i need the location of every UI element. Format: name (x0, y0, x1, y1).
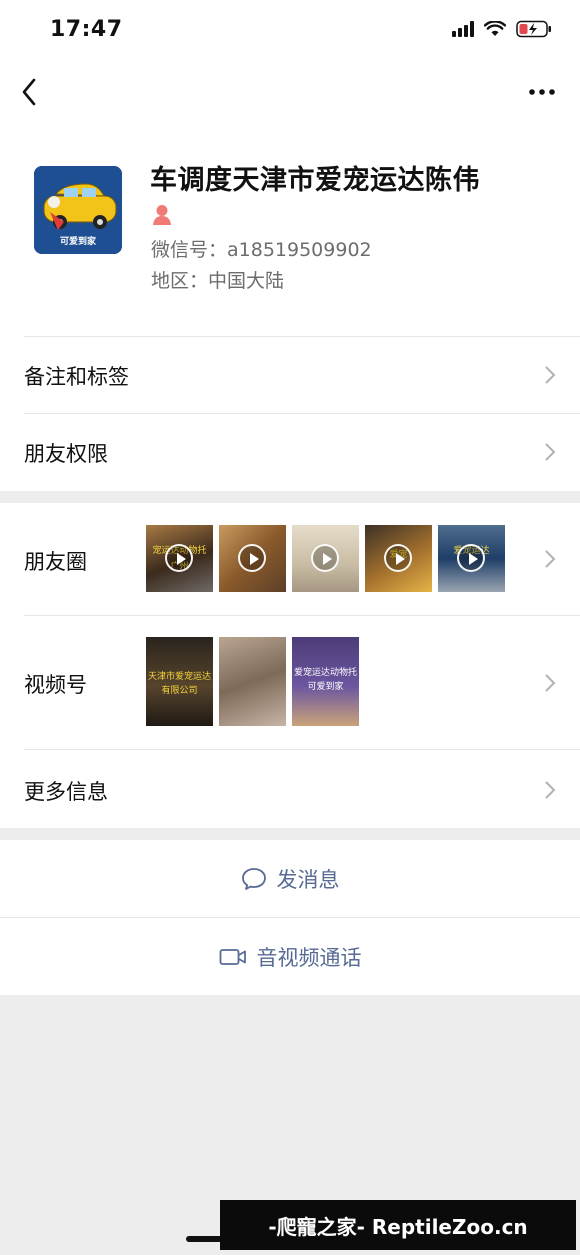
play-icon (238, 544, 266, 572)
avatar-caption: 可爱到家 (59, 237, 96, 247)
chevron-right-icon (545, 674, 556, 692)
thumbnail-caption: 可爱到家 (307, 682, 344, 692)
avatar[interactable]: 可爱到家 (34, 166, 122, 254)
media-group: 朋友圈 宠运达动物托 广州 爱宠 爱宠运达 视频号 天津市爱宠运达 有限公司 爱… (0, 503, 580, 828)
battery-charging-icon (516, 20, 551, 38)
thumbnail-caption: 天津市爱宠运达物托 (148, 672, 211, 682)
status-bar: 17:47 (0, 0, 580, 62)
thumbnail-caption: 爱宠运达动物托运站 (294, 668, 357, 678)
moments-thumbnail[interactable] (219, 525, 286, 592)
more-info-label: 更多信息 (24, 780, 108, 804)
female-icon (153, 205, 171, 225)
channels-row[interactable]: 视频号 天津市爱宠运达物托 有限公司 爱宠运达动物托运站 可爱到家 (0, 616, 580, 749)
moments-thumbnail[interactable] (292, 525, 359, 592)
channels-label: 视频号 (24, 673, 87, 697)
send-message-button[interactable]: 发消息 (0, 840, 580, 917)
chevron-right-icon (545, 781, 556, 799)
wifi-icon (484, 21, 506, 36)
permissions-label: 朋友权限 (24, 442, 108, 466)
video-call-button[interactable]: 音视频通话 (0, 918, 580, 995)
channels-thumbnail[interactable] (219, 637, 286, 726)
settings-group: 备注和标签 朋友权限 (0, 336, 580, 491)
more-button[interactable] (522, 74, 562, 110)
remarks-label: 备注和标签 (24, 365, 129, 389)
chat-bubble-icon (241, 867, 266, 890)
more-dots-icon (529, 89, 555, 95)
channels-thumbnail[interactable]: 爱宠运达动物托运站 可爱到家 (292, 637, 359, 726)
chevron-left-icon (22, 78, 36, 106)
contact-name: 车调度天津市爱宠运达陈伟 (150, 165, 480, 196)
profile-header: 可爱到家 车调度天津市爱宠运达陈伟 微信号：a18519509902 地区：中国… (0, 124, 580, 336)
video-call-label: 音视频通话 (256, 945, 362, 970)
moments-thumbnail[interactable]: 爱宠运达 (438, 525, 505, 592)
play-icon (457, 544, 485, 572)
cellular-signal-icon (452, 21, 474, 37)
nav-bar (0, 62, 580, 124)
play-icon (311, 544, 339, 572)
send-message-label: 发消息 (276, 867, 340, 892)
video-camera-icon (219, 948, 246, 965)
moments-label: 朋友圈 (24, 550, 87, 574)
play-icon (384, 544, 412, 572)
thumbnail-caption: 有限公司 (161, 686, 198, 696)
status-time: 17:47 (50, 17, 123, 42)
permissions-row[interactable]: 朋友权限 (0, 414, 580, 491)
more-info-row[interactable]: 更多信息 (0, 750, 580, 828)
moments-thumbnails: 宠运达动物托 广州 爱宠 爱宠运达 (146, 525, 505, 592)
chevron-right-icon (545, 366, 556, 384)
back-button[interactable] (14, 72, 50, 112)
moments-row[interactable]: 朋友圈 宠运达动物托 广州 爱宠 爱宠运达 (0, 503, 580, 615)
chevron-right-icon (545, 443, 556, 461)
chevron-right-icon (545, 550, 556, 568)
moments-thumbnail[interactable]: 爱宠 (365, 525, 432, 592)
region: 地区：中国大陆 (151, 270, 285, 292)
watermark: -爬寵之家- ReptileZoo.cn (220, 1200, 576, 1250)
play-icon (165, 544, 193, 572)
channels-thumbnails: 天津市爱宠运达物托 有限公司 爱宠运达动物托运站 可爱到家 (146, 637, 359, 726)
moments-thumbnail[interactable]: 宠运达动物托 广州 (146, 525, 213, 592)
wechat-id: 微信号：a18519509902 (151, 239, 372, 261)
remarks-row[interactable]: 备注和标签 (0, 336, 580, 413)
status-icons (452, 20, 552, 38)
channels-thumbnail[interactable]: 天津市爱宠运达物托 有限公司 (146, 637, 213, 726)
